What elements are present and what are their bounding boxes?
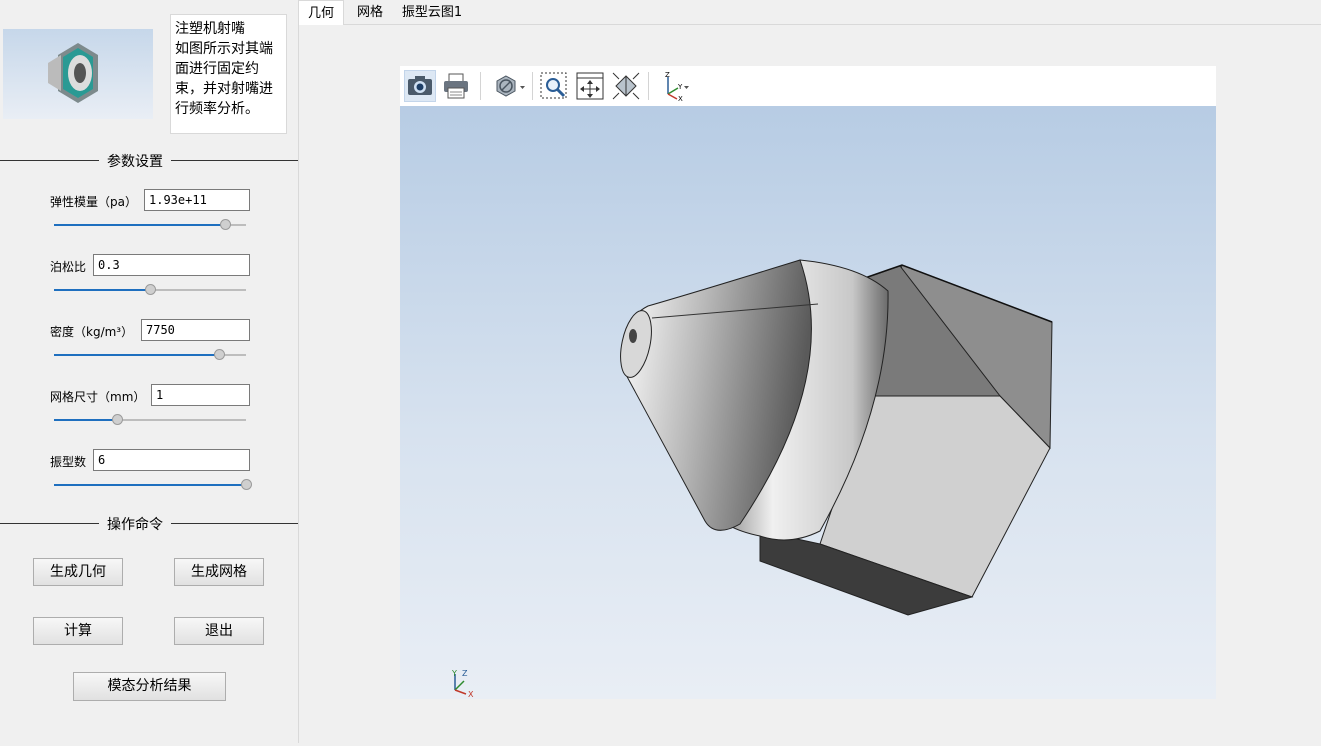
description-line: 面进行固定约 bbox=[175, 61, 259, 77]
slider-handle[interactable] bbox=[214, 349, 226, 360]
display-mode-icon[interactable] bbox=[491, 70, 529, 102]
svg-text:Y: Y bbox=[677, 83, 683, 91]
description-line: 行频率分析。 bbox=[175, 101, 259, 117]
ops-section-title: 操作命令 bbox=[99, 514, 171, 534]
mode-count-slider[interactable] bbox=[54, 478, 252, 492]
description-line: 注塑机射嘴 bbox=[175, 21, 245, 37]
axes-icon[interactable]: Z Y X bbox=[656, 70, 694, 103]
poisson-ratio-slider[interactable] bbox=[54, 283, 246, 297]
view-iso-icon[interactable] bbox=[610, 70, 642, 102]
modal-results-button[interactable]: 模态分析结果 bbox=[73, 672, 226, 701]
mesh-size-label: 网格尺寸（mm） bbox=[50, 390, 146, 404]
slider-handle[interactable] bbox=[241, 479, 252, 490]
poisson-ratio-input[interactable]: 0.3 bbox=[93, 254, 250, 276]
generate-mesh-button[interactable]: 生成网格 bbox=[174, 558, 264, 586]
compute-button[interactable]: 计算 bbox=[33, 617, 123, 645]
axis-z-label: Z bbox=[462, 669, 468, 678]
description-line: 束，并对射嘴进 bbox=[175, 81, 273, 97]
svg-text:X: X bbox=[678, 95, 683, 102]
slider-handle[interactable] bbox=[145, 284, 156, 295]
mode-count-label: 振型数 bbox=[50, 455, 87, 469]
description-box: 注塑机射嘴 如图所示对其端 面进行固定约 束，并对射嘴进 行频率分析。 bbox=[170, 14, 287, 134]
axis-triad: Z Y X bbox=[451, 669, 474, 699]
toolbar-divider bbox=[532, 72, 533, 100]
slider-handle[interactable] bbox=[219, 219, 231, 230]
print-icon[interactable] bbox=[440, 70, 472, 102]
density-label: 密度（kg/m³） bbox=[50, 325, 134, 339]
3d-canvas[interactable]: Z Y X bbox=[400, 106, 1216, 699]
camera-icon[interactable] bbox=[404, 70, 436, 102]
density-input[interactable]: 7750 bbox=[141, 319, 250, 341]
mode-count-input[interactable]: 6 bbox=[93, 449, 250, 471]
nozzle-model bbox=[620, 259, 1053, 616]
tab-bar: 几何 网格 振型云图1 bbox=[298, 0, 1321, 25]
youngs-modulus-slider[interactable] bbox=[54, 218, 246, 232]
mesh-size-input[interactable]: 1 bbox=[151, 384, 250, 406]
density-slider[interactable] bbox=[54, 348, 246, 362]
3d-viewer[interactable]: Z Y X Z Y X bbox=[400, 66, 1216, 699]
exit-button[interactable]: 退出 bbox=[174, 617, 264, 645]
mesh-size-slider[interactable] bbox=[54, 413, 246, 427]
preview-thumbnail bbox=[3, 29, 153, 119]
slider-handle[interactable] bbox=[112, 414, 124, 425]
tab-mesh[interactable]: 网格 bbox=[347, 0, 393, 25]
generate-geometry-button[interactable]: 生成几何 bbox=[33, 558, 123, 586]
toolbar-divider bbox=[480, 72, 481, 100]
youngs-modulus-label: 弹性模量（pa） bbox=[50, 195, 137, 209]
toolbar-divider bbox=[648, 72, 649, 100]
viewer-toolbar: Z Y X bbox=[400, 66, 1216, 106]
axis-x-label: X bbox=[468, 690, 474, 699]
fit-all-icon[interactable] bbox=[574, 70, 606, 102]
tab-geometry[interactable]: 几何 bbox=[298, 0, 344, 25]
description-line: 如图所示对其端 bbox=[175, 41, 273, 57]
svg-text:Z: Z bbox=[665, 71, 670, 79]
axis-y-label: Y bbox=[451, 669, 457, 678]
params-section-title: 参数设置 bbox=[99, 151, 171, 171]
control-panel: 注塑机射嘴 如图所示对其端 面进行固定约 束，并对射嘴进 行频率分析。 参数设置… bbox=[0, 0, 300, 746]
zoom-window-icon[interactable] bbox=[538, 70, 570, 102]
poisson-ratio-label: 泊松比 bbox=[50, 260, 87, 274]
tab-mode-shape-1[interactable]: 振型云图1 bbox=[397, 0, 467, 25]
youngs-modulus-input[interactable]: 1.93e+11 bbox=[144, 189, 250, 211]
